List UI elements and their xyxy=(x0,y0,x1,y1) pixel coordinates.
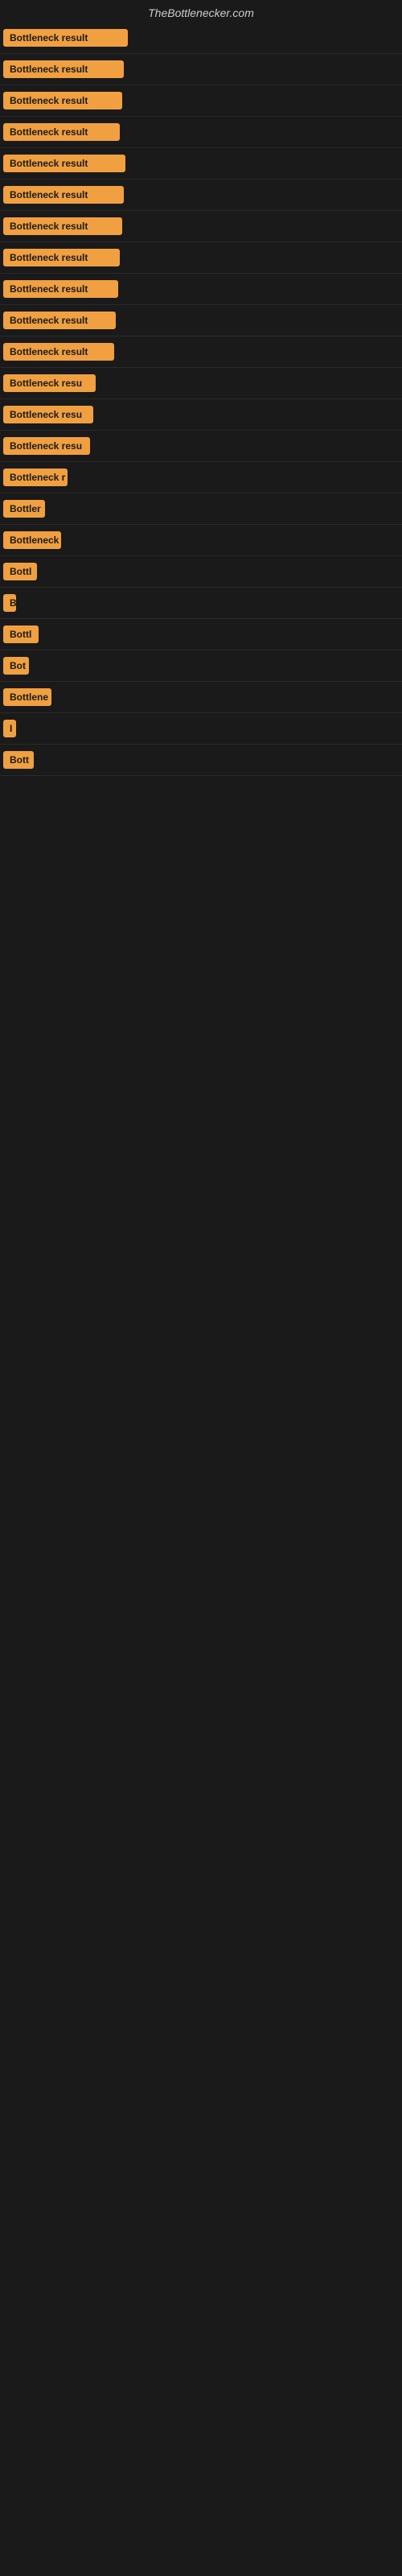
bottleneck-result-badge[interactable]: Bottlene xyxy=(3,688,51,706)
bottleneck-result-badge[interactable]: Bottleneck r xyxy=(3,469,68,486)
site-title: TheBottlenecker.com xyxy=(0,0,402,23)
bottleneck-result-badge[interactable]: Bottleneck result xyxy=(3,155,125,172)
bottleneck-result-badge[interactable]: Bottleneck result xyxy=(3,123,120,141)
bottleneck-result-badge[interactable]: Bottl xyxy=(3,625,39,643)
bottleneck-result-badge[interactable]: Bottleneck resu xyxy=(3,437,90,455)
bottleneck-result-badge[interactable]: Bott xyxy=(3,751,34,769)
list-item: Bottl xyxy=(0,556,402,588)
list-item: Bottleneck result xyxy=(0,242,402,274)
list-item: Bottleneck resu xyxy=(0,431,402,462)
site-title-bar: TheBottlenecker.com xyxy=(0,0,402,23)
list-item: Bottler xyxy=(0,493,402,525)
list-item: Bottleneck resu xyxy=(0,368,402,399)
bottleneck-result-badge[interactable]: Bot xyxy=(3,657,29,675)
bottleneck-result-badge[interactable]: Bottleneck result xyxy=(3,343,114,361)
list-item: Bott xyxy=(0,745,402,776)
bottleneck-result-badge[interactable]: Bottleneck xyxy=(3,531,61,549)
bottleneck-result-badge[interactable]: B xyxy=(3,594,16,612)
bottleneck-result-badge[interactable]: Bottl xyxy=(3,563,37,580)
list-item: I xyxy=(0,713,402,745)
rows-container: Bottleneck result Bottleneck result Bottle… xyxy=(0,23,402,776)
list-item: Bot xyxy=(0,650,402,682)
bottleneck-result-badge[interactable]: Bottleneck result xyxy=(3,312,116,329)
list-item: Bottleneck result xyxy=(0,85,402,117)
list-item: Bottlene xyxy=(0,682,402,713)
list-item: Bottleneck result xyxy=(0,211,402,242)
bottleneck-result-badge[interactable]: Bottleneck result xyxy=(3,249,120,266)
bottleneck-result-badge[interactable]: I xyxy=(3,720,16,737)
bottleneck-result-badge[interactable]: Bottleneck resu xyxy=(3,374,96,392)
list-item: Bottleneck result xyxy=(0,148,402,180)
bottleneck-result-badge[interactable]: Bottleneck resu xyxy=(3,406,93,423)
bottleneck-result-badge[interactable]: Bottleneck result xyxy=(3,29,128,47)
list-item: Bottleneck result xyxy=(0,180,402,211)
list-item: Bottl xyxy=(0,619,402,650)
bottleneck-result-badge[interactable]: Bottleneck result xyxy=(3,92,122,109)
list-item: Bottleneck result xyxy=(0,117,402,148)
bottleneck-result-badge[interactable]: Bottleneck result xyxy=(3,186,124,204)
list-item: Bottleneck xyxy=(0,525,402,556)
list-item: Bottleneck result xyxy=(0,23,402,54)
list-item: Bottleneck result xyxy=(0,274,402,305)
bottleneck-result-badge[interactable]: Bottleneck result xyxy=(3,60,124,78)
bottleneck-result-badge[interactable]: Bottleneck result xyxy=(3,217,122,235)
bottleneck-result-badge[interactable]: Bottleneck result xyxy=(3,280,118,298)
list-item: B xyxy=(0,588,402,619)
list-item: Bottleneck r xyxy=(0,462,402,493)
list-item: Bottleneck result xyxy=(0,54,402,85)
list-item: Bottleneck result xyxy=(0,336,402,368)
list-item: Bottleneck resu xyxy=(0,399,402,431)
bottleneck-result-badge[interactable]: Bottler xyxy=(3,500,45,518)
list-item: Bottleneck result xyxy=(0,305,402,336)
